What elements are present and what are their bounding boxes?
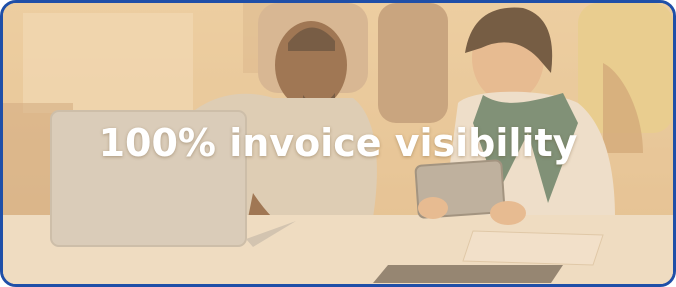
- banner-headline: 100% invoice visibility: [98, 121, 578, 165]
- hero-banner: 100% invoice visibility: [0, 0, 676, 287]
